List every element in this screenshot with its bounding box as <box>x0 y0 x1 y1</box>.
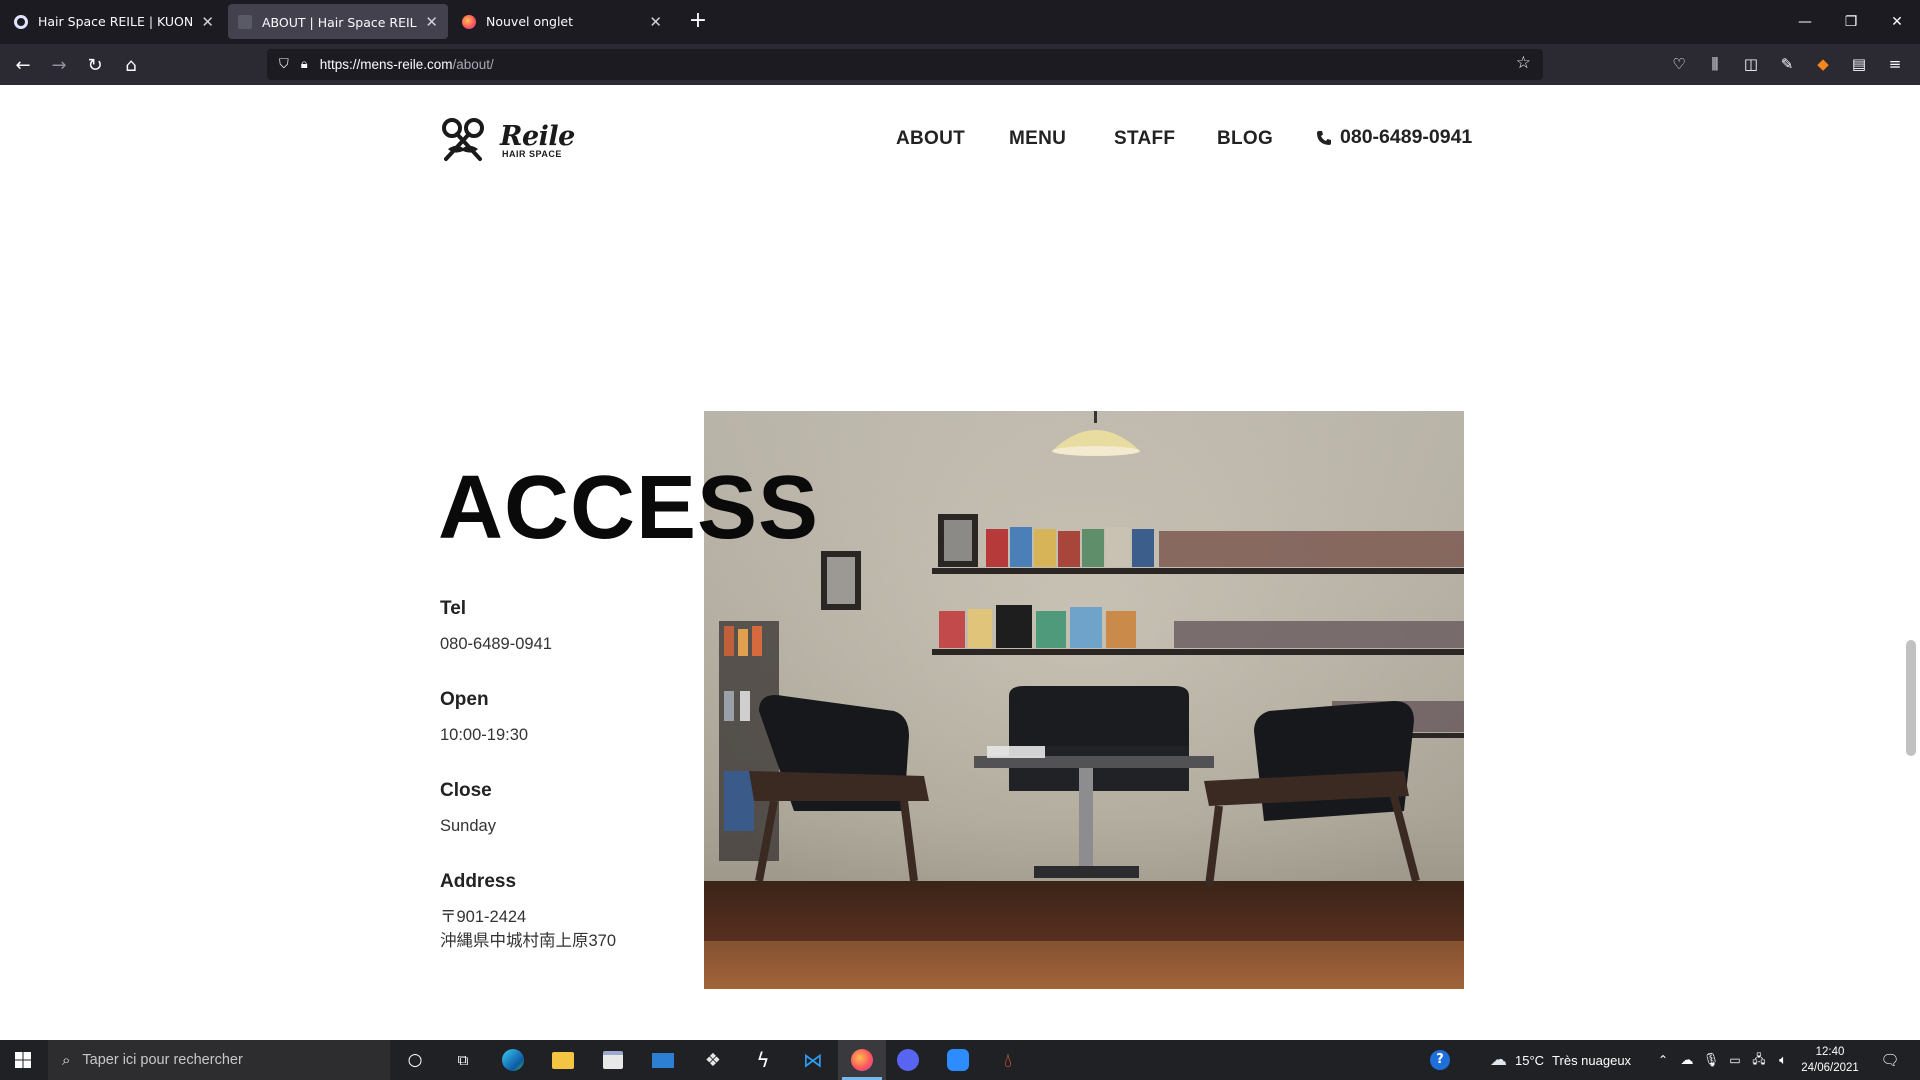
lock-icon[interactable]: 🔒︎ <box>301 57 308 72</box>
start-button[interactable] <box>0 1040 46 1080</box>
tab-new[interactable]: Nouvel onglet ✕ <box>452 4 672 39</box>
access-item-tel: Tel 080-6489-0941 <box>440 598 552 656</box>
nav-staff[interactable]: STAFF <box>1114 128 1175 150</box>
taskbar-clock[interactable]: 12:40 24/06/2021 <box>1790 1044 1870 1076</box>
close-window-button[interactable]: ✕ <box>1874 0 1920 44</box>
access-heading: ACCESS <box>438 458 820 558</box>
minimize-button[interactable]: — <box>1782 0 1828 44</box>
browser-tab-strip: Hair Space REILE | KUON YAGI P ✕ ABOUT |… <box>0 0 1920 44</box>
hamburger-menu-icon[interactable]: ≡ <box>1884 53 1906 75</box>
drop-app-icon[interactable]: 💧︎ <box>988 1040 1028 1080</box>
help-icon[interactable]: ? <box>1424 1040 1456 1080</box>
search-placeholder: Taper ici pour rechercher <box>82 1052 243 1068</box>
sidebar-icon[interactable]: ◫ <box>1740 53 1762 75</box>
bookmark-star-icon[interactable]: ☆ <box>1516 53 1531 73</box>
nav-menu[interactable]: MENU <box>1009 128 1066 150</box>
edge-icon[interactable] <box>493 1040 533 1080</box>
header-phone-number: 080-6489-0941 <box>1340 126 1473 148</box>
onedrive-icon[interactable]: ☁ <box>1676 1040 1698 1080</box>
page-scrollbar-thumb[interactable] <box>1906 640 1916 756</box>
mail-icon[interactable] <box>643 1040 683 1080</box>
nav-blog[interactable]: BLOG <box>1217 128 1273 150</box>
pocket-icon[interactable]: ♡ <box>1668 53 1690 75</box>
search-icon: ⌕ <box>62 1051 71 1069</box>
extensions-icon[interactable]: ▤ <box>1848 53 1870 75</box>
weather-condition: Très nuageux <box>1552 1052 1632 1068</box>
firefox-favicon-icon <box>462 14 476 29</box>
url-text[interactable]: https://mens-reile.com/about/ <box>320 57 494 72</box>
logo-tagline: HAIR SPACE <box>502 149 562 159</box>
access-value: 〒901-2424 沖縄県中城村南上原370 <box>440 905 616 953</box>
cortana-icon[interactable]: ○ <box>395 1040 435 1080</box>
dropbox-icon[interactable]: ❖ <box>693 1040 733 1080</box>
reload-button[interactable]: ↻ <box>80 50 110 80</box>
weather-widget[interactable]: ☁ 15°C Très nuageux <box>1490 1040 1631 1080</box>
access-label: Address <box>440 871 517 892</box>
phone-icon <box>1317 130 1331 145</box>
postal-code: 〒901-2424 <box>440 908 527 926</box>
access-item-address: Address 〒901-2424 沖縄県中城村南上原370 <box>440 871 616 953</box>
weather-temperature: 15°C <box>1515 1052 1545 1068</box>
cloud-icon: ☁ <box>1490 1050 1507 1069</box>
store-icon[interactable] <box>593 1040 633 1080</box>
access-item-open: Open 10:00-19:30 <box>440 689 528 747</box>
access-value: 080-6489-0941 <box>440 635 552 653</box>
web-page: Reile HAIR SPACE ABOUT MENU STAFF BLOG 0… <box>0 85 1920 1040</box>
url-host: https://mens-reile.com <box>319 57 453 72</box>
eyedropper-icon[interactable]: ✎ <box>1776 53 1798 75</box>
discord-icon[interactable] <box>888 1040 928 1080</box>
zoom-icon[interactable] <box>938 1040 978 1080</box>
page-scrollbar-track[interactable] <box>1904 85 1920 1040</box>
file-explorer-icon[interactable] <box>543 1040 583 1080</box>
new-tab-button[interactable]: + <box>684 8 712 36</box>
windows-taskbar: ⌕ Taper ici pour rechercher ○ ⧉ ❖ ϟ ⋈ 💧︎… <box>0 1040 1920 1080</box>
notifications-icon[interactable]: 🗨︎ <box>1872 1040 1908 1080</box>
header-phone-link[interactable]: 080-6489-0941 <box>1316 126 1472 149</box>
clock-date: 24/06/2021 <box>1801 1062 1859 1074</box>
clock-time: 12:40 <box>1815 1046 1845 1058</box>
site-favicon-icon <box>14 14 28 29</box>
restore-button[interactable]: ❐ <box>1828 0 1874 44</box>
library-icon[interactable]: ⫼ <box>1704 53 1726 75</box>
back-button[interactable]: ← <box>8 50 38 80</box>
scissors-favicon-icon <box>238 14 252 29</box>
tab-hair-space-reile[interactable]: Hair Space REILE | KUON YAGI P ✕ <box>4 4 224 39</box>
access-label: Close <box>440 780 492 801</box>
metamask-fox-icon[interactable]: ◆ <box>1812 53 1834 75</box>
battery-icon[interactable]: ▭ <box>1724 1040 1746 1080</box>
tab-title: Hair Space REILE | KUON YAGI P <box>38 14 194 29</box>
browser-toolbar: ← → ↻ ⌂ ⛉ 🔒︎ https://mens-reile.com/abou… <box>0 44 1920 85</box>
access-item-close: Close Sunday <box>440 780 496 838</box>
tab-title: Nouvel onglet <box>486 14 574 29</box>
firefox-taskbar-icon[interactable] <box>838 1040 886 1080</box>
tab-title: ABOUT | Hair Space REILE - ヘア <box>262 15 417 30</box>
shield-icon[interactable]: ⛉ <box>279 57 289 72</box>
microphone-icon[interactable]: 🎙︎ <box>1700 1040 1722 1080</box>
show-hidden-icons[interactable]: ⌃ <box>1652 1040 1674 1080</box>
access-value: Sunday <box>440 817 496 835</box>
logo-wordmark: Reile <box>500 121 575 152</box>
taskbar-search-box[interactable]: ⌕ Taper ici pour rechercher <box>48 1040 390 1080</box>
task-view-icon[interactable]: ⧉ <box>443 1040 483 1080</box>
street-address: 沖縄県中城村南上原370 <box>440 932 617 950</box>
tab-about[interactable]: ABOUT | Hair Space REILE - ヘア ✕ <box>228 4 448 39</box>
network-icon[interactable]: 🖧︎ <box>1748 1040 1770 1080</box>
forward-button[interactable]: → <box>44 50 74 80</box>
address-bar[interactable]: ⛉ 🔒︎ https://mens-reile.com/about/ ☆ <box>267 49 1543 80</box>
url-path: /about/ <box>452 57 494 72</box>
home-button[interactable]: ⌂ <box>116 50 146 80</box>
nav-about[interactable]: ABOUT <box>896 128 965 150</box>
windows-logo-icon <box>15 1052 31 1068</box>
close-tab-icon[interactable]: ✕ <box>649 13 662 31</box>
close-tab-icon[interactable]: ✕ <box>201 13 214 31</box>
vscode-icon[interactable]: ⋈ <box>793 1040 833 1080</box>
close-tab-icon[interactable]: ✕ <box>425 13 438 31</box>
app-lightning-icon[interactable]: ϟ <box>743 1040 783 1080</box>
access-label: Open <box>440 689 489 710</box>
access-label: Tel <box>440 598 467 619</box>
access-value: 10:00-19:30 <box>440 726 529 744</box>
